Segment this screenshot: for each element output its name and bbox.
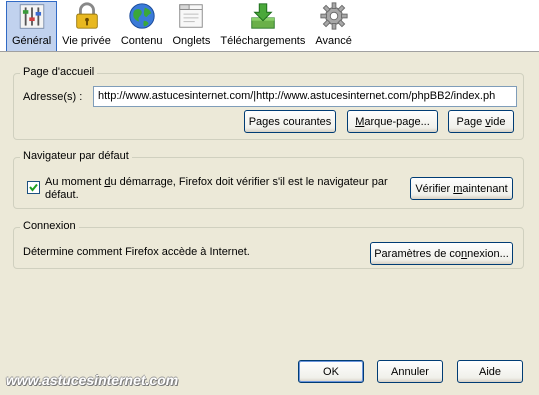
tab-tabs-label: Onglets bbox=[172, 35, 211, 47]
tab-advanced[interactable]: Avancé bbox=[310, 1, 357, 51]
help-button[interactable]: Aide bbox=[457, 360, 523, 383]
address-label: Adresse(s) : bbox=[23, 91, 83, 103]
ok-button[interactable]: OK bbox=[298, 360, 364, 383]
tab-downloads-label: Téléchargements bbox=[220, 35, 306, 47]
homepage-group-title: Page d'accueil bbox=[20, 66, 98, 78]
connection-group-title: Connexion bbox=[20, 220, 79, 232]
tab-privacy-label: Vie privée bbox=[62, 35, 111, 47]
homepage-address-input[interactable]: http://www.astucesinternet.com/|http://w… bbox=[93, 86, 517, 107]
check-default-checkbox[interactable] bbox=[27, 181, 40, 194]
connection-settings-button[interactable]: Paramètres de connexion... bbox=[370, 242, 513, 265]
default-browser-group-title: Navigateur par défaut bbox=[20, 150, 132, 162]
tab-content[interactable]: Contenu bbox=[116, 1, 168, 51]
tab-content-label: Contenu bbox=[120, 35, 163, 47]
tab-advanced-label: Avancé bbox=[315, 35, 352, 47]
tab-privacy[interactable]: Vie privée bbox=[57, 1, 116, 51]
gear-icon bbox=[320, 2, 348, 30]
checkmark-icon bbox=[29, 183, 38, 192]
cancel-button[interactable]: Annuler bbox=[377, 360, 443, 383]
download-icon bbox=[251, 3, 275, 29]
globe-icon bbox=[129, 3, 155, 29]
tab-tabs[interactable]: Onglets bbox=[167, 1, 215, 51]
check-default-text-line2: défaut. bbox=[45, 189, 79, 201]
use-blank-page-button[interactable]: Page vide bbox=[448, 110, 514, 133]
tab-general[interactable]: Général bbox=[6, 1, 58, 51]
connection-description: Détermine comment Firefox accède à Inter… bbox=[23, 246, 250, 258]
tab-general-label: Général bbox=[12, 35, 52, 47]
use-current-pages-button[interactable]: Pages courantes bbox=[244, 110, 336, 133]
check-now-button[interactable]: Vérifier maintenant bbox=[410, 177, 513, 200]
window-tabs-icon bbox=[179, 4, 204, 28]
watermark: www.astucesinternet.com bbox=[6, 372, 179, 388]
check-default-text-line1: Au moment du démarrage, Firefox doit vér… bbox=[45, 176, 388, 188]
preferences-toolbar: Général Vie privée Contenu Onglets Téléc… bbox=[0, 0, 539, 52]
use-bookmark-button[interactable]: Marque-page... bbox=[347, 110, 438, 133]
padlock-icon bbox=[75, 2, 98, 29]
tab-downloads[interactable]: Téléchargements bbox=[215, 1, 310, 51]
sliders-icon bbox=[19, 4, 44, 29]
